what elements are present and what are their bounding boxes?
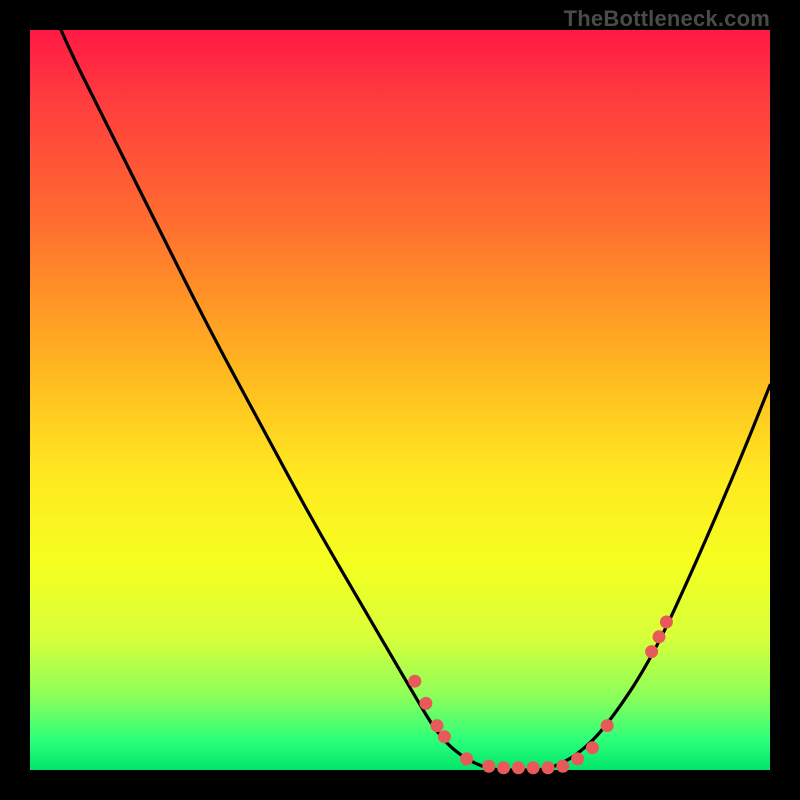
chart-frame: TheBottleneck.com xyxy=(0,0,800,800)
highlight-dot xyxy=(601,719,614,732)
highlight-dot xyxy=(497,761,510,774)
highlight-dot xyxy=(556,760,569,773)
highlight-dot xyxy=(645,645,658,658)
highlight-dot xyxy=(586,741,599,754)
chart-plot-area xyxy=(30,30,770,770)
highlight-dot xyxy=(431,719,444,732)
highlight-dot xyxy=(571,752,584,765)
highlight-dot xyxy=(660,616,673,629)
highlight-dot xyxy=(542,761,555,774)
highlight-dot xyxy=(438,730,451,743)
highlight-dot xyxy=(419,697,432,710)
highlight-dot xyxy=(512,761,525,774)
highlight-dot xyxy=(482,760,495,773)
watermark-text: TheBottleneck.com xyxy=(564,6,770,32)
highlight-dot xyxy=(527,761,540,774)
highlight-dot xyxy=(653,630,666,643)
chart-svg xyxy=(30,30,770,770)
bottleneck-curve xyxy=(30,0,770,770)
highlight-dot xyxy=(408,675,421,688)
highlight-dots-group xyxy=(408,616,673,775)
highlight-dot xyxy=(460,752,473,765)
